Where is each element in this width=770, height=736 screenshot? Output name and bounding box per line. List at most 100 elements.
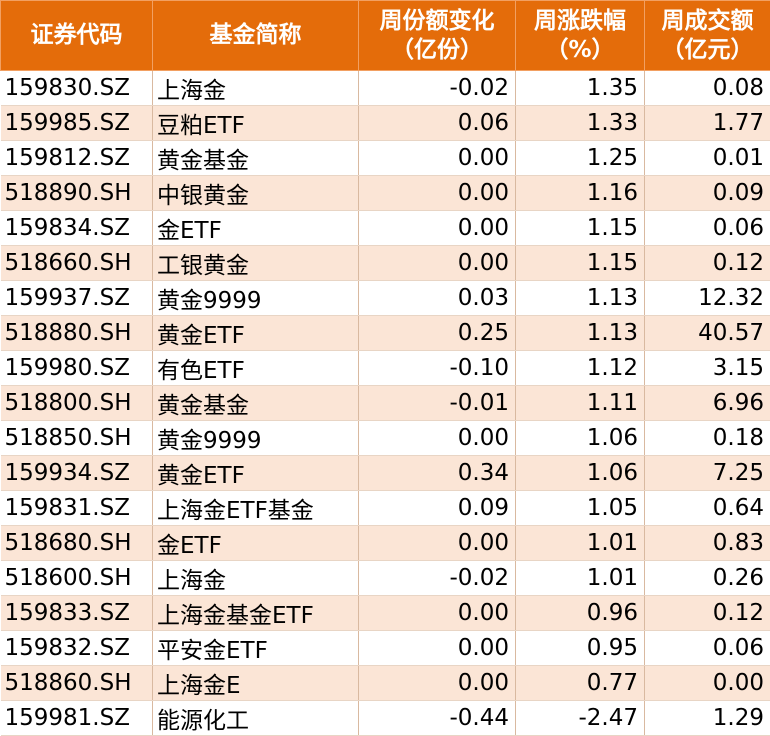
table-row: 518680.SH金ETF0.001.010.83 [1,526,770,561]
header-name: 基金简称 [153,1,359,71]
table-row: 518660.SH工银黄金0.001.150.12 [1,246,770,281]
cell-code: 159830.SZ [1,71,153,106]
cell-share-change: 0.00 [359,631,516,666]
table-row: 159985.SZ豆粕ETF0.061.331.77 [1,106,770,141]
cell-code: 159812.SZ [1,141,153,176]
cell-share-change: 0.00 [359,176,516,211]
cell-name: 有色ETF [153,351,359,386]
header-share-change-line2: （亿份） [359,36,515,65]
cell-code: 159985.SZ [1,106,153,141]
table-row: 159834.SZ金ETF0.001.150.06 [1,211,770,246]
cell-name: 金ETF [153,526,359,561]
cell-weekly-change: -2.47 [516,701,645,736]
cell-name: 中银黄金 [153,176,359,211]
table-row: 159832.SZ平安金ETF0.000.950.06 [1,631,770,666]
header-weekly-change-line2: （%） [516,36,644,65]
cell-turnover: 0.00 [645,666,770,701]
cell-name: 上海金 [153,71,359,106]
header-share-change: 周份额变化 （亿份） [359,1,516,71]
cell-code: 159981.SZ [1,701,153,736]
cell-weekly-change: 1.16 [516,176,645,211]
cell-share-change: -0.44 [359,701,516,736]
header-code-label: 证券代码 [31,22,123,48]
cell-turnover: 0.06 [645,631,770,666]
cell-weekly-change: 0.96 [516,596,645,631]
header-turnover-line2: （亿元） [645,36,770,65]
cell-code: 159831.SZ [1,491,153,526]
cell-turnover: 0.12 [645,246,770,281]
table-row: 518800.SH黄金基金-0.011.116.96 [1,386,770,421]
cell-name: 黄金ETF [153,456,359,491]
cell-code: 518880.SH [1,316,153,351]
cell-turnover: 0.18 [645,421,770,456]
cell-share-change: 0.00 [359,246,516,281]
cell-code: 159834.SZ [1,211,153,246]
header-turnover-line1: 周成交额 [645,7,770,36]
header-code: 证券代码 [1,1,153,71]
table-row: 518860.SH上海金E0.000.770.00 [1,666,770,701]
cell-code: 159833.SZ [1,596,153,631]
cell-turnover: 0.12 [645,596,770,631]
cell-turnover: 6.96 [645,386,770,421]
cell-weekly-change: 1.01 [516,561,645,596]
cell-share-change: 0.34 [359,456,516,491]
cell-turnover: 0.08 [645,71,770,106]
cell-weekly-change: 1.33 [516,106,645,141]
table-row: 159833.SZ上海金基金ETF0.000.960.12 [1,596,770,631]
cell-weekly-change: 1.15 [516,246,645,281]
cell-turnover: 1.29 [645,701,770,736]
cell-name: 豆粕ETF [153,106,359,141]
cell-weekly-change: 1.05 [516,491,645,526]
cell-name: 上海金E [153,666,359,701]
cell-code: 518800.SH [1,386,153,421]
cell-weekly-change: 1.13 [516,281,645,316]
table-row: 518890.SH中银黄金0.001.160.09 [1,176,770,211]
cell-turnover: 0.83 [645,526,770,561]
cell-name: 上海金ETF基金 [153,491,359,526]
cell-weekly-change: 1.06 [516,421,645,456]
cell-name: 工银黄金 [153,246,359,281]
cell-name: 黄金ETF [153,316,359,351]
cell-name: 黄金基金 [153,141,359,176]
cell-share-change: 0.00 [359,666,516,701]
cell-turnover: 40.57 [645,316,770,351]
cell-turnover: 0.64 [645,491,770,526]
cell-share-change: 0.06 [359,106,516,141]
cell-name: 黄金基金 [153,386,359,421]
cell-code: 159937.SZ [1,281,153,316]
cell-turnover: 0.01 [645,141,770,176]
cell-code: 518680.SH [1,526,153,561]
cell-turnover: 7.25 [645,456,770,491]
cell-share-change: 0.09 [359,491,516,526]
cell-share-change: 0.00 [359,211,516,246]
cell-code: 518600.SH [1,561,153,596]
table-row: 518600.SH上海金-0.021.010.26 [1,561,770,596]
cell-share-change: -0.01 [359,386,516,421]
header-weekly-change-line1: 周涨跌幅 [516,7,644,36]
cell-weekly-change: 1.25 [516,141,645,176]
table-row: 159937.SZ黄金99990.031.1312.32 [1,281,770,316]
table-row: 159812.SZ黄金基金0.001.250.01 [1,141,770,176]
header-row: 证券代码 基金简称 周份额变化 （亿份） 周涨跌幅 （%） 周成交额 （亿元） [1,1,770,71]
cell-share-change: 0.00 [359,421,516,456]
table-row: 159934.SZ黄金ETF0.341.067.25 [1,456,770,491]
table-row: 159980.SZ有色ETF-0.101.123.15 [1,351,770,386]
header-turnover: 周成交额 （亿元） [645,1,770,71]
cell-turnover: 12.32 [645,281,770,316]
cell-share-change: 0.25 [359,316,516,351]
cell-weekly-change: 1.06 [516,456,645,491]
table-row: 518850.SH黄金99990.001.060.18 [1,421,770,456]
cell-turnover: 0.09 [645,176,770,211]
header-share-change-line1: 周份额变化 [359,7,515,36]
cell-code: 518660.SH [1,246,153,281]
cell-name: 黄金9999 [153,421,359,456]
table-body: 159830.SZ上海金-0.021.350.08159985.SZ豆粕ETF0… [1,71,770,736]
header-name-label: 基金简称 [210,22,302,48]
cell-code: 518890.SH [1,176,153,211]
table-header: 证券代码 基金简称 周份额变化 （亿份） 周涨跌幅 （%） 周成交额 （亿元） [1,1,770,71]
cell-code: 159832.SZ [1,631,153,666]
cell-name: 能源化工 [153,701,359,736]
cell-weekly-change: 1.13 [516,316,645,351]
cell-name: 上海金 [153,561,359,596]
cell-weekly-change: 1.15 [516,211,645,246]
